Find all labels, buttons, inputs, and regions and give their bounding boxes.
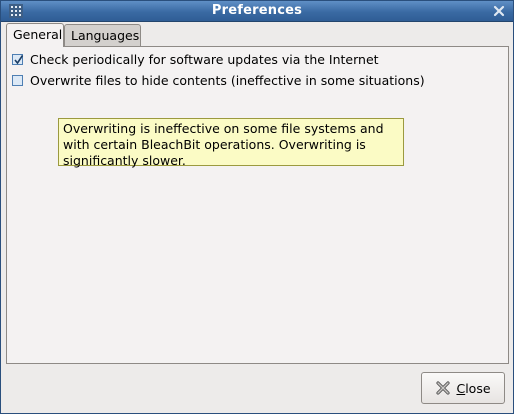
window-title: Preferences — [211, 3, 303, 18]
x-icon — [436, 381, 451, 395]
tab-label: Languages — [71, 28, 140, 43]
check-updates-label: Check periodically for software updates … — [30, 51, 379, 67]
title-bar[interactable]: Preferences — [1, 1, 513, 22]
close-button-label: Close — [456, 381, 490, 396]
preferences-window: Preferences General Languages Check peri… — [0, 0, 514, 414]
option-check-updates[interactable]: Check periodically for software updates … — [12, 51, 379, 67]
tab-languages[interactable]: Languages — [64, 24, 141, 46]
close-label-rest: lose — [465, 380, 491, 396]
checkmark-icon — [14, 54, 24, 64]
close-button[interactable]: Close — [421, 372, 505, 404]
overwrite-tooltip: Overwriting is ineffective on some file … — [58, 118, 404, 168]
close-mnemonic: C — [456, 380, 466, 396]
tab-label: General — [13, 27, 63, 42]
preferences-notebook: General Languages Check periodically for… — [6, 23, 509, 365]
close-icon[interactable] — [492, 4, 506, 18]
overwrite-files-label: Overwrite files to hide contents (ineffe… — [30, 72, 425, 88]
tab-general[interactable]: General — [6, 23, 64, 47]
check-updates-checkbox[interactable] — [12, 53, 24, 65]
option-overwrite-files[interactable]: Overwrite files to hide contents (ineffe… — [12, 72, 425, 88]
general-page: Check periodically for software updates … — [6, 46, 509, 364]
overwrite-files-checkbox[interactable] — [12, 74, 23, 86]
